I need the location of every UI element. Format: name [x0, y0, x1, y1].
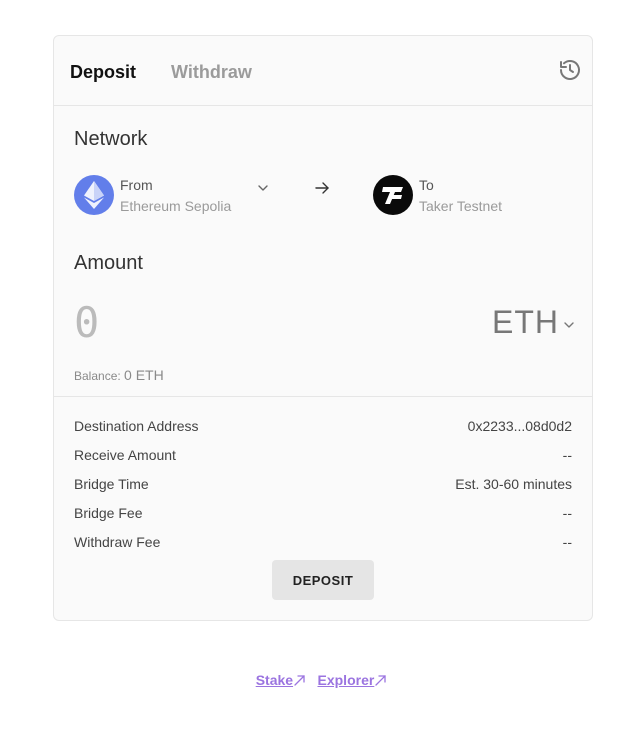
- balance: Balance: 0 ETH: [74, 367, 164, 383]
- from-chain-name[interactable]: Ethereum Sepolia: [120, 198, 231, 214]
- explorer-link-label: Explorer: [317, 672, 375, 688]
- detail-label-destination-address: Destination Address: [74, 418, 199, 434]
- external-link-icon: [375, 674, 386, 686]
- tab-deposit[interactable]: Deposit: [70, 62, 136, 83]
- footer-links: Stake Explorer: [0, 672, 642, 690]
- divider: [54, 396, 592, 397]
- to-chain-name: Taker Testnet: [419, 198, 503, 214]
- balance-value: 0 ETH: [124, 367, 164, 383]
- explorer-link[interactable]: Explorer: [318, 672, 387, 688]
- detail-value-bridge-fee: --: [562, 505, 572, 521]
- external-link-icon: [294, 674, 305, 686]
- stake-link[interactable]: Stake: [256, 672, 305, 688]
- deposit-button[interactable]: DEPOSIT: [272, 560, 374, 600]
- history-icon[interactable]: [558, 58, 582, 82]
- ethereum-icon: [74, 175, 114, 215]
- from-label: From: [120, 177, 153, 193]
- detail-label-bridge-time: Bridge Time: [74, 476, 149, 492]
- token-select[interactable]: ETH: [492, 302, 575, 342]
- tab-bar: Deposit Withdraw: [54, 36, 592, 106]
- stake-link-label: Stake: [255, 672, 294, 688]
- bridge-card: Deposit Withdraw Network From Ethereum S…: [53, 35, 593, 621]
- tab-withdraw[interactable]: Withdraw: [171, 62, 252, 83]
- detail-value-receive-amount: --: [562, 447, 572, 463]
- chevron-down-icon[interactable]: [256, 181, 270, 195]
- chevron-down-icon: [564, 322, 574, 328]
- taker-icon: [373, 175, 413, 215]
- detail-value-destination-address: 0x2233...08d0d2: [467, 418, 572, 434]
- detail-label-withdraw-fee: Withdraw Fee: [74, 534, 161, 550]
- to-label: To: [419, 177, 434, 193]
- amount-title: Amount: [74, 252, 143, 274]
- detail-label-receive-amount: Receive Amount: [74, 447, 176, 463]
- detail-label-bridge-fee: Bridge Fee: [74, 505, 143, 521]
- arrow-right-icon: [315, 182, 329, 194]
- detail-value-bridge-time: Est. 30-60 minutes: [455, 476, 572, 492]
- network-title: Network: [74, 128, 148, 150]
- token-label: ETH: [492, 303, 559, 340]
- amount-input[interactable]: [74, 294, 374, 350]
- detail-value-withdraw-fee: --: [562, 534, 572, 550]
- balance-label: Balance:: [74, 369, 121, 383]
